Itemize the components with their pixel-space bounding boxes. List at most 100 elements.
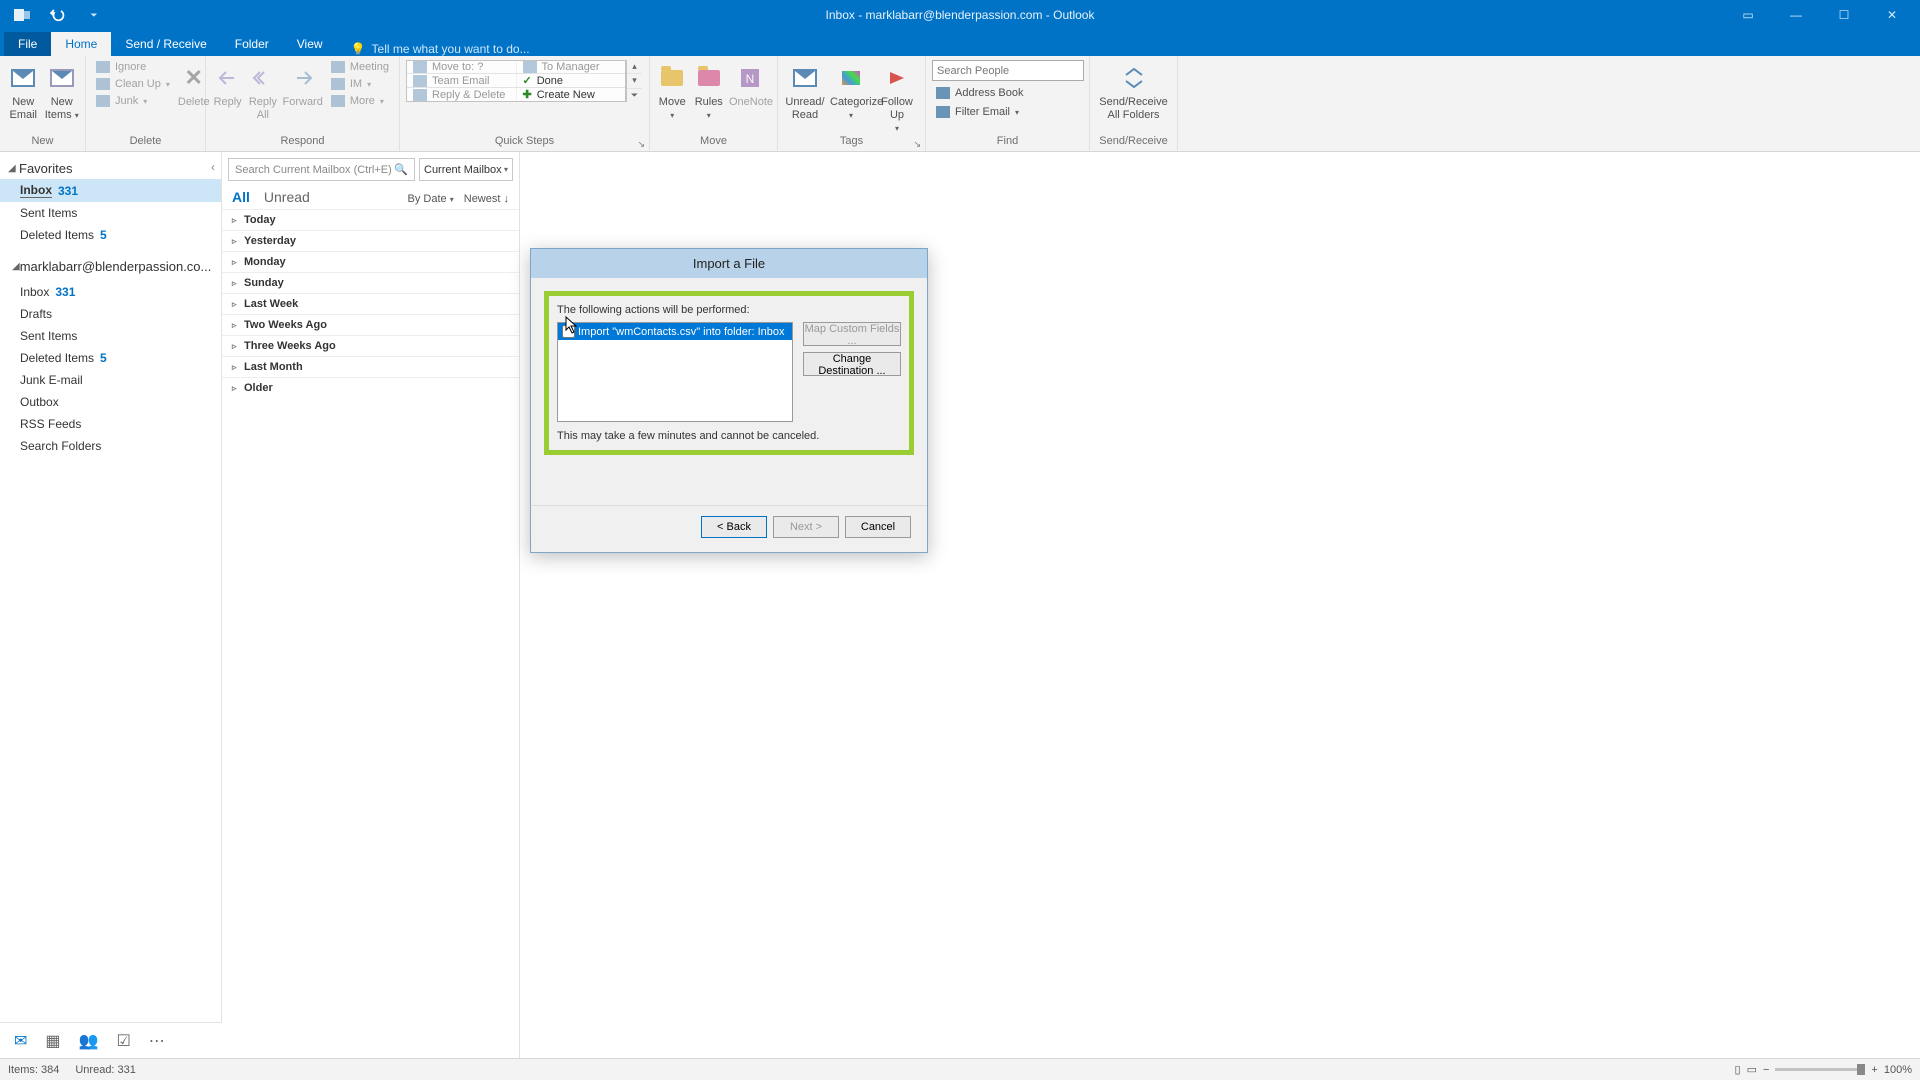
import-action-item[interactable]: Import "wmContacts.csv" into folder: Inb… <box>558 323 792 340</box>
action-text: Import "wmContacts.csv" into folder: Inb… <box>578 326 785 338</box>
send-receive-all-button[interactable]: Send/Receive All Folders <box>1096 60 1171 122</box>
nav-more-icon[interactable]: ⋯ <box>149 1031 165 1051</box>
filter-unread[interactable]: Unread <box>264 189 310 205</box>
view-reading-icon[interactable]: ▭ <box>1747 1063 1757 1076</box>
qs-reply-delete[interactable]: Reply & Delete <box>407 88 517 101</box>
categorize-button[interactable]: Categorize▾ <box>830 60 872 122</box>
folder-item-outbox[interactable]: Outbox <box>0 391 221 413</box>
folder-item-rss-feeds[interactable]: RSS Feeds <box>0 413 221 435</box>
back-button[interactable]: < Back <box>701 516 767 538</box>
follow-up-button[interactable]: Follow Up▾ <box>876 60 918 135</box>
sort-newest[interactable]: Newest ↓ <box>464 193 509 205</box>
date-group-last-week[interactable]: Last Week <box>222 294 519 314</box>
next-button[interactable]: Next > <box>773 516 839 538</box>
date-group-last-month[interactable]: Last Month <box>222 357 519 377</box>
more-respond-button[interactable]: More▾ <box>327 94 393 108</box>
folder-item-junk-e-mail[interactable]: Junk E-mail <box>0 369 221 391</box>
folder-item-sent-items[interactable]: Sent Items <box>0 202 221 224</box>
junk-button[interactable]: Junk▾ <box>92 94 174 108</box>
date-group-two-weeks-ago[interactable]: Two Weeks Ago <box>222 315 519 335</box>
collapse-folder-pane[interactable]: ‹ <box>211 160 215 174</box>
qat-undo[interactable] <box>44 3 72 27</box>
view-normal-icon[interactable]: ▯ <box>1735 1063 1741 1076</box>
date-group-sunday[interactable]: Sunday <box>222 273 519 293</box>
qat-outlook-icon[interactable] <box>8 3 36 27</box>
filter-email-button[interactable]: Filter Email▾ <box>932 105 1084 119</box>
folder-item-inbox[interactable]: Inbox331 <box>0 179 221 202</box>
account-header[interactable]: ◢marklabarr@blenderpassion.co... <box>4 256 217 277</box>
tab-view[interactable]: View <box>283 32 337 56</box>
folder-item-sent-items[interactable]: Sent Items <box>0 325 221 347</box>
new-email-button[interactable]: New Email <box>6 60 41 122</box>
filter-all[interactable]: All <box>232 189 250 205</box>
close-button[interactable]: ✕ <box>1870 1 1914 29</box>
reply-button[interactable]: Reply <box>212 60 243 109</box>
change-destination-button[interactable]: Change Destination ... <box>803 352 901 376</box>
reply-all-button[interactable]: Reply All <box>247 60 278 122</box>
zoom-slider[interactable] <box>1775 1068 1865 1071</box>
qs-create-new[interactable]: ✚Create New <box>517 88 626 101</box>
im-button[interactable]: IM▾ <box>327 77 393 91</box>
folder-pane: ‹ ◢Favorites Inbox331Sent ItemsDeleted I… <box>0 152 222 1058</box>
actions-listbox[interactable]: Import "wmContacts.csv" into folder: Inb… <box>557 322 793 422</box>
unread-read-button[interactable]: Unread/ Read <box>784 60 826 122</box>
more-icon <box>331 95 345 107</box>
rules-icon <box>698 70 720 86</box>
lightbulb-icon: 💡 <box>351 42 366 56</box>
map-custom-fields-button[interactable]: Map Custom Fields ... <box>803 322 901 346</box>
date-group-older[interactable]: Older <box>222 378 519 398</box>
ignore-button[interactable]: Ignore <box>92 60 174 74</box>
tab-folder[interactable]: Folder <box>221 32 283 56</box>
group-label-tags: Tags↘ <box>778 135 925 151</box>
action-checkbox[interactable] <box>562 325 575 338</box>
qat-customize[interactable]: ⏷ <box>80 3 108 27</box>
onenote-button[interactable]: NOneNote <box>729 60 771 109</box>
qs-team-email[interactable]: Team Email <box>407 74 517 87</box>
favorites-header[interactable]: ◢Favorites <box>0 158 221 179</box>
cancel-button[interactable]: Cancel <box>845 516 911 538</box>
ribbon-display-options[interactable]: ▭ <box>1726 1 1770 29</box>
address-book-button[interactable]: Address Book <box>932 86 1084 100</box>
qs-move-to[interactable]: Move to: ? <box>407 61 517 73</box>
tab-send-receive[interactable]: Send / Receive <box>111 32 220 56</box>
quick-steps-spinner[interactable]: ▴▾⏷ <box>626 60 642 102</box>
rules-button[interactable]: Rules▾ <box>693 60 726 122</box>
forward-button[interactable]: Forward <box>283 60 323 109</box>
nav-people-icon[interactable]: 👥 <box>79 1031 99 1051</box>
qs-to-manager[interactable]: To Manager <box>517 61 626 73</box>
date-group-monday[interactable]: Monday <box>222 252 519 272</box>
dialog-launcher-icon[interactable]: ↘ <box>637 139 645 150</box>
folder-item-search-folders[interactable]: Search Folders <box>0 435 221 457</box>
folder-item-drafts[interactable]: Drafts <box>0 303 221 325</box>
date-group-today[interactable]: Today <box>222 210 519 230</box>
zoom-out[interactable]: − <box>1763 1064 1769 1076</box>
search-people-input[interactable]: Search People <box>932 60 1084 81</box>
search-scope-dropdown[interactable]: Current Mailbox▾ <box>419 158 513 181</box>
tell-me-search[interactable]: 💡 Tell me what you want to do... <box>337 42 530 56</box>
chevron-down-icon: ▾ <box>75 111 79 120</box>
nav-tasks-icon[interactable]: ☑ <box>116 1031 130 1051</box>
nav-mail-icon[interactable]: ✉ <box>14 1031 27 1051</box>
search-mailbox-input[interactable]: Search Current Mailbox (Ctrl+E) 🔍 <box>228 158 415 181</box>
new-items-button[interactable]: New Items ▾ <box>45 60 80 122</box>
clean-up-button[interactable]: Clean Up▾ <box>92 77 174 91</box>
date-group-three-weeks-ago[interactable]: Three Weeks Ago <box>222 336 519 356</box>
minimize-button[interactable]: — <box>1774 1 1818 29</box>
reply-delete-icon <box>413 89 427 101</box>
folder-item-deleted-items[interactable]: Deleted Items5 <box>0 347 221 369</box>
qs-done[interactable]: ✓Done <box>517 74 626 87</box>
tab-home[interactable]: Home <box>51 32 111 56</box>
folder-item-deleted-items[interactable]: Deleted Items5 <box>0 224 221 246</box>
zoom-in[interactable]: + <box>1871 1064 1877 1076</box>
sort-by-date[interactable]: By Date ▾ <box>408 193 454 205</box>
folder-item-inbox[interactable]: Inbox331 <box>0 281 221 303</box>
meeting-button[interactable]: Meeting <box>327 60 393 74</box>
dialog-launcher-icon[interactable]: ↘ <box>913 139 921 150</box>
move-button[interactable]: Move▾ <box>656 60 689 122</box>
maximize-button[interactable]: ☐ <box>1822 1 1866 29</box>
tab-file[interactable]: File <box>4 32 51 56</box>
delete-button[interactable]: ✕ Delete <box>178 60 210 109</box>
nav-calendar-icon[interactable]: ▦ <box>45 1031 60 1051</box>
dialog-note: This may take a few minutes and cannot b… <box>557 430 901 442</box>
date-group-yesterday[interactable]: Yesterday <box>222 231 519 251</box>
